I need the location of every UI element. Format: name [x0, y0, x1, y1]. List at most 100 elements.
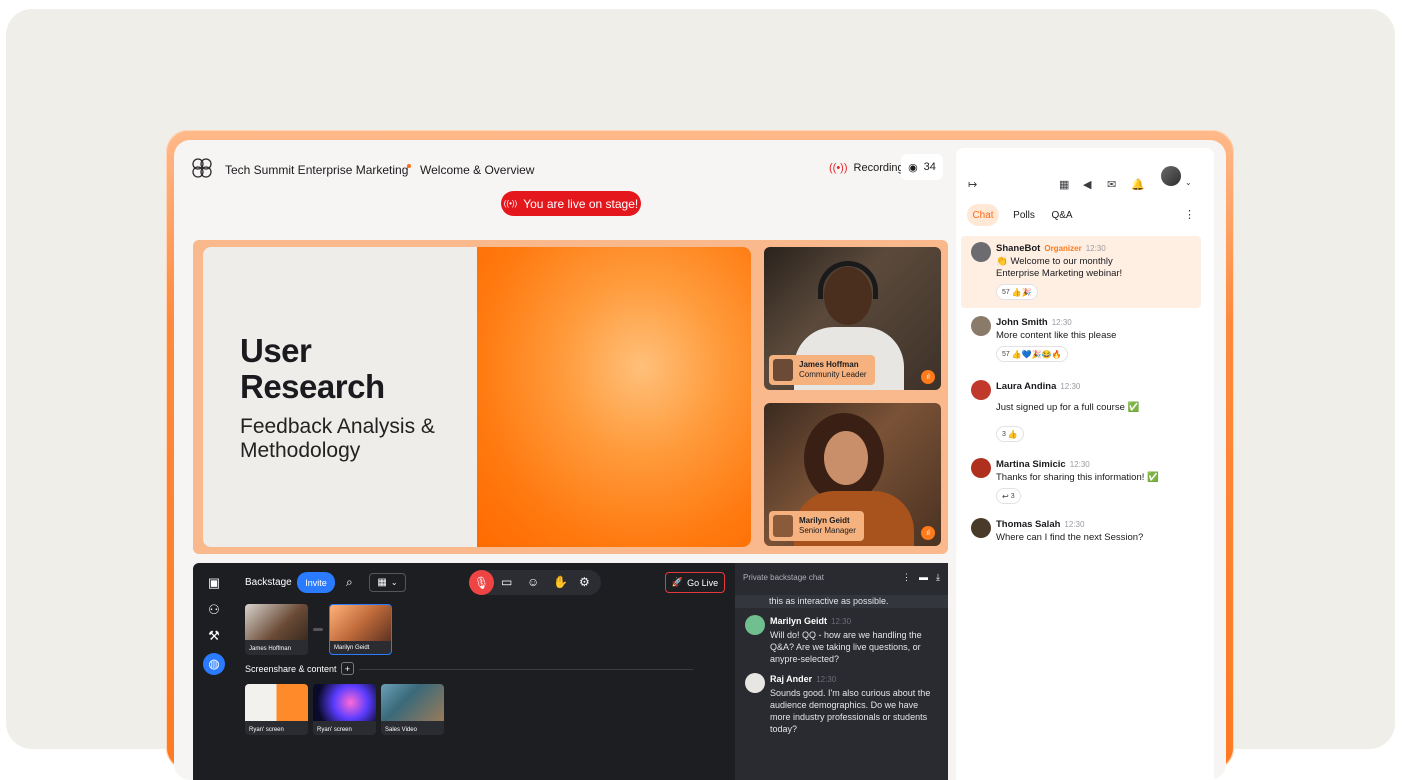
backstage-panel: ▣ ⚇ ⚒ ◍ Backstage Invite ⌕ ▦ ⌄ 🎙 ▭ ☺ ✋ ⚙…: [193, 563, 948, 780]
message-text: Sounds good. I'm also curious about the …: [770, 688, 931, 734]
slide-orange-graphic: [477, 247, 751, 547]
title-separator: [407, 164, 411, 168]
app-window: Tech Summit Enterprise Marketing Welcome…: [174, 140, 1226, 780]
live-status-banner: ((•)) You are live on stage!: [501, 191, 641, 216]
invite-button[interactable]: Invite: [297, 572, 335, 593]
speaker-name-tag: James Hoffman Community Leader: [769, 355, 875, 385]
reactions[interactable]: 57 👍💙🎉😂🔥: [996, 346, 1068, 362]
backstage-title: Backstage: [245, 577, 292, 588]
content-label: Ryan' screen: [249, 727, 284, 733]
tab-qa[interactable]: Q&A: [1048, 204, 1076, 226]
download-icon[interactable]: ⤓: [936, 572, 940, 583]
message-text: More content like this please: [996, 330, 1117, 341]
raise-hand-icon[interactable]: ✋: [553, 575, 568, 589]
avatar: [745, 673, 765, 693]
live-banner-text: You are live on stage!: [523, 196, 639, 211]
backstage-side-rail: ▣ ⚇ ⚒ ◍: [193, 563, 235, 780]
chevron-down-icon: ⌄: [390, 578, 398, 587]
calendar-icon[interactable]: ▦: [1059, 178, 1069, 191]
backstage-main: ▣ ⚇ ⚒ ◍ Backstage Invite ⌕ ▦ ⌄ 🎙 ▭ ☺ ✋ ⚙…: [193, 563, 735, 780]
layout-dropdown[interactable]: ▦ ⌄: [369, 573, 406, 592]
speaker-face: [824, 431, 868, 485]
message-text: 👏 Welcome to our monthly Enterprise Mark…: [996, 256, 1123, 279]
backstage-participant[interactable]: Marilyn Geidt: [329, 604, 392, 655]
brand-mark-icon[interactable]: ▣: [203, 572, 225, 594]
tab-chat[interactable]: Chat: [967, 204, 999, 226]
private-backstage-chat: Private backstage chat ⋮ ▬ ⤓ this as int…: [735, 563, 948, 780]
reactions[interactable]: ↩ 3: [996, 488, 1021, 504]
viewer-count-badge[interactable]: ◉ 34: [901, 154, 943, 180]
chat-message: Martina Simicic 12:30 Thanks for sharing …: [961, 458, 1201, 508]
add-content-button[interactable]: +: [341, 662, 354, 675]
microphone-button[interactable]: 🎙: [469, 570, 494, 595]
chat-message-continued: this as interactive as possible.: [735, 595, 948, 608]
viewer-count: 34: [923, 161, 936, 173]
live-icon: ((•)): [503, 199, 518, 208]
settings-gear-icon[interactable]: ⚙: [579, 575, 590, 589]
event-title: Tech Summit Enterprise Marketing: [225, 163, 409, 177]
avatar: [971, 380, 991, 400]
content-item[interactable]: Ryan' screen: [245, 684, 308, 735]
screenshare-title: Screenshare & content: [245, 664, 337, 674]
palette-icon[interactable]: ◍: [203, 653, 225, 675]
more-options-icon[interactable]: ⋮: [1184, 208, 1195, 221]
reactions[interactable]: 3 👍: [996, 426, 1024, 442]
user-avatar[interactable]: [1161, 166, 1181, 186]
speaker-name-tag: Marilyn Geidt Senior Manager: [769, 511, 864, 541]
message-text: Just signed up for a full course ✅: [996, 402, 1140, 413]
message-text: Thanks for sharing this information! ✅: [996, 472, 1159, 483]
go-live-button[interactable]: 🚀 Go Live: [665, 572, 725, 593]
avatar: [971, 518, 991, 538]
content-preview: [245, 684, 308, 721]
slide-title: User Research: [240, 332, 385, 405]
headphones-icon: [818, 261, 878, 299]
message-author: Martina Simicic 12:30: [996, 459, 1090, 470]
emoji-icon[interactable]: ☺: [527, 575, 539, 589]
participant-name: James Hoffman: [249, 646, 291, 652]
reactions[interactable]: 57 👍🎉: [996, 284, 1038, 300]
avatar: [971, 242, 991, 262]
camera-icon[interactable]: ▭: [501, 575, 512, 589]
bell-icon[interactable]: 🔔: [1131, 178, 1145, 191]
people-icon[interactable]: ⚇: [203, 599, 225, 621]
content-label: Ryan' screen: [317, 727, 352, 733]
divider: [359, 669, 693, 670]
recording-label: Recording: [853, 162, 904, 174]
avatar: [971, 316, 991, 336]
speaker-video-1[interactable]: James Hoffman Community Leader ıl: [764, 247, 941, 390]
collapse-panel-icon[interactable]: ↦: [968, 178, 977, 191]
avatar: [971, 458, 991, 478]
participant-video: [245, 604, 308, 640]
chat-message: ShaneBot Organizer 12:30 👏 Welcome to our …: [961, 236, 1201, 308]
layout-icon: ▦: [377, 577, 387, 588]
message-text: Will do! QQ - how are we handling the Q&…: [770, 630, 922, 664]
backstage-participant[interactable]: James Hoffman: [245, 604, 308, 655]
private-chat-actions: ⋮ ▬ ⤓: [902, 572, 940, 583]
organizer-badge: Organizer: [1044, 244, 1082, 253]
chat-message: Laura Andina 12:30 Just signed up for a f…: [961, 380, 1201, 444]
message-author: ShaneBot Organizer 12:30: [996, 243, 1106, 254]
avatar: [773, 359, 793, 381]
more-icon[interactable]: ⋮: [902, 572, 911, 583]
chevron-down-icon[interactable]: ⌄: [1185, 178, 1192, 187]
participant-name: Marilyn Geidt: [334, 645, 370, 651]
participant-video: [330, 605, 391, 641]
content-label: Sales Video: [385, 727, 417, 733]
content-item[interactable]: Sales Video: [381, 684, 444, 735]
chat-panel: ↦ ▦ ◀ ✉ 🔔 ⌄ Chat Polls Q&A ⋮ ShaneBot Org…: [956, 148, 1214, 780]
speaker-video-2[interactable]: Marilyn Geidt Senior Manager ıl: [764, 403, 941, 546]
content-preview: [381, 684, 444, 721]
megaphone-icon[interactable]: ◀: [1083, 178, 1091, 191]
eye-icon: ◉: [908, 161, 918, 174]
chat-message: John Smith 12:30 More content like this p…: [961, 316, 1201, 366]
wrench-icon[interactable]: ⚒: [203, 625, 225, 647]
search-icon[interactable]: ⌕: [346, 575, 353, 590]
recording-icon: ((•)): [829, 162, 848, 174]
content-item[interactable]: Ryan' screen: [313, 684, 376, 735]
chat-message: Thomas Salah 12:30 Where can I find the n…: [961, 518, 1201, 558]
chat-icon[interactable]: ▬: [919, 572, 928, 583]
mail-icon[interactable]: ✉: [1107, 178, 1116, 191]
brand-logo-icon: [192, 158, 212, 178]
speaker-role: Senior Manager: [799, 526, 856, 535]
tab-polls[interactable]: Polls: [1008, 204, 1040, 226]
